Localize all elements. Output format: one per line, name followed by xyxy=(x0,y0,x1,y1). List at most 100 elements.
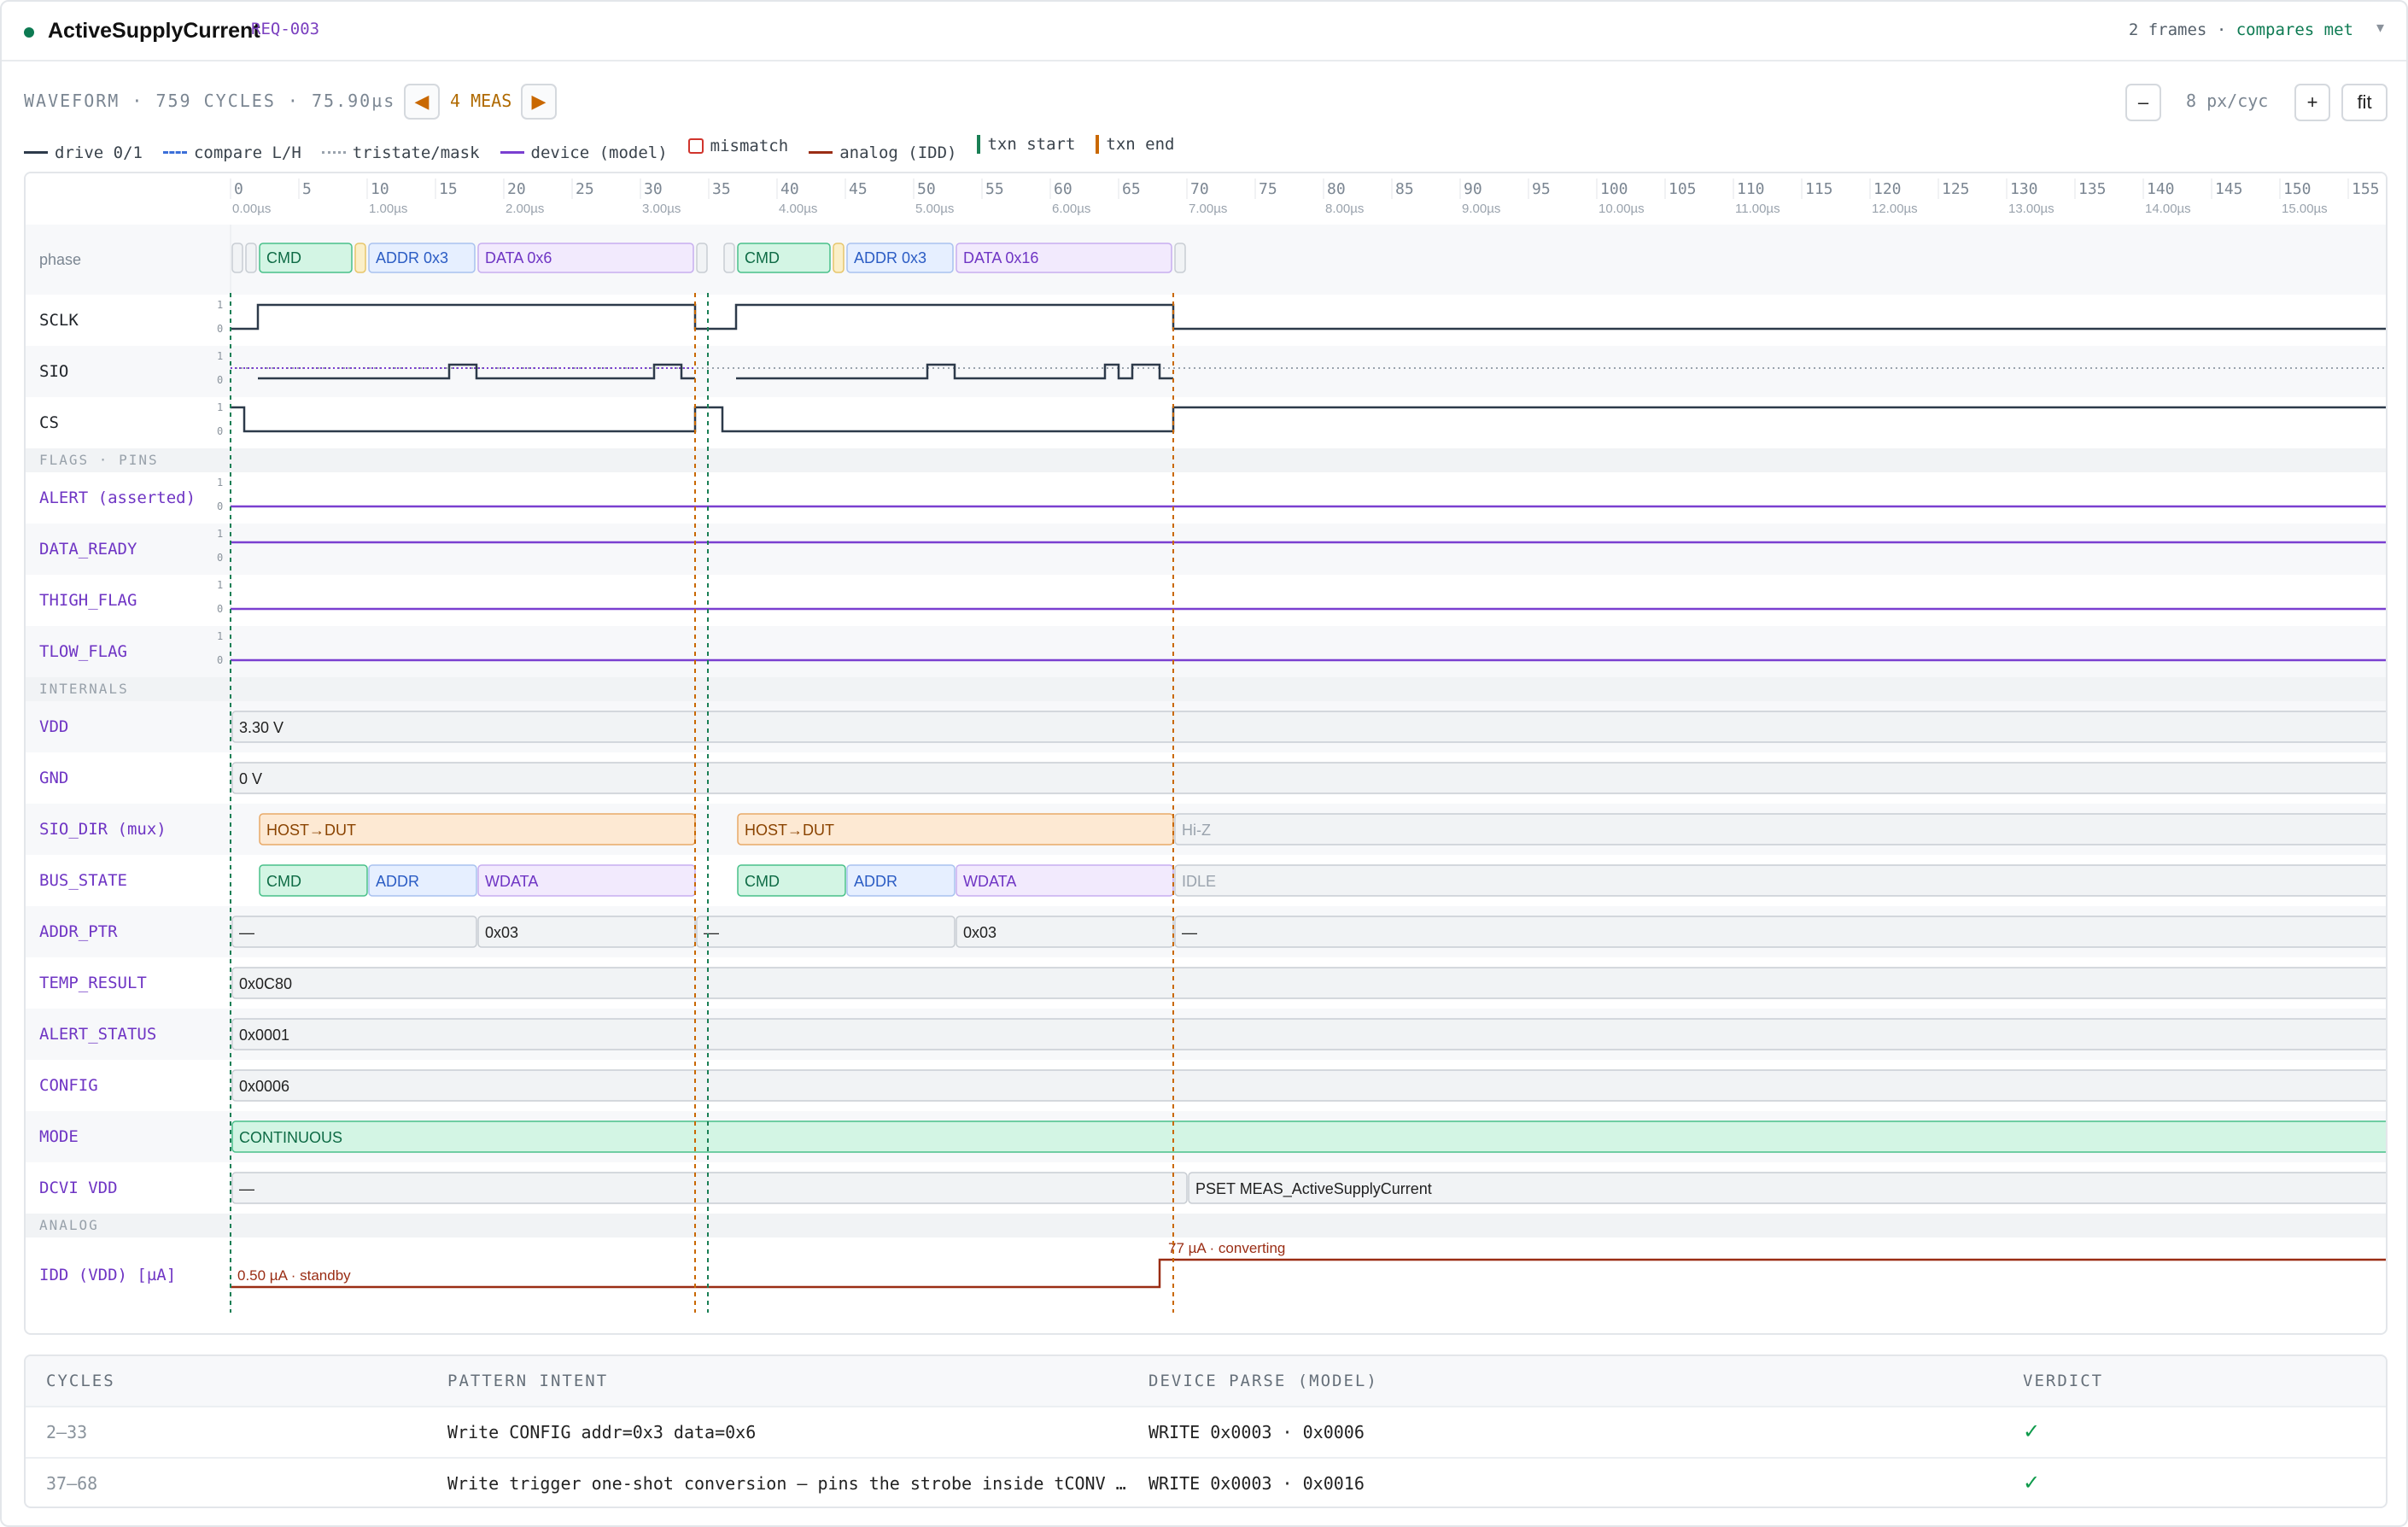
track-label: ALERT_STATUS xyxy=(39,1025,156,1044)
zoom-out-button[interactable]: – xyxy=(2125,84,2161,121)
cycle-tick-label: 105 xyxy=(1669,180,1697,198)
bus-value: 0x03 xyxy=(963,924,997,941)
meas-count: 4 MEAS xyxy=(450,91,512,111)
bus-value: — xyxy=(239,924,254,941)
idd-high-label: 77 µA · converting xyxy=(1168,1240,1285,1256)
phase-segment xyxy=(696,243,708,273)
waveform-panel[interactable]: 0 5 10 15 20 25 30 35 40 45 50 55 60 65 70 75 80 85 90 95 10… xyxy=(24,172,2388,1335)
legend-item: txn start xyxy=(977,135,1075,154)
bus-value: CMD xyxy=(745,873,780,890)
legend-item: device (model) xyxy=(500,143,668,162)
cycle-tick-label: 30 xyxy=(644,180,663,198)
cycle-tick-label: 35 xyxy=(712,180,731,198)
track-label: phase xyxy=(39,251,81,268)
track-label: SIO xyxy=(39,362,68,381)
bus-value: 0 V xyxy=(239,770,262,787)
fit-button[interactable]: fit xyxy=(2341,84,2388,121)
bus-segment xyxy=(231,711,2386,743)
track-label: GND xyxy=(39,769,68,787)
time-tick-label: 12.00µs xyxy=(1872,202,1918,216)
cycle-tick-label: 65 xyxy=(1122,180,1141,198)
time-tick-label: 9.00µs xyxy=(1462,202,1500,216)
requirement-id[interactable]: REQ-003 xyxy=(251,20,319,38)
track-row-background xyxy=(26,626,2386,677)
bus-value: 3.30 V xyxy=(239,719,283,736)
marker-swatch-icon xyxy=(977,135,981,154)
level-low-label: 0 xyxy=(217,425,223,437)
frames-summary[interactable]: 2 frames · compares met xyxy=(2129,20,2353,39)
bus-segment xyxy=(1174,813,2386,845)
row-cycles: 2–33 xyxy=(46,1422,88,1442)
time-tick-label: 10.00µs xyxy=(1599,202,1645,216)
bus-value: 0x0C80 xyxy=(239,975,292,992)
cycle-tick-label: 60 xyxy=(1054,180,1072,198)
bus-value: WDATA xyxy=(485,873,538,890)
level-low-label: 0 xyxy=(217,374,223,386)
cycle-tick-label: 75 xyxy=(1259,180,1277,198)
phase-segment xyxy=(354,243,366,273)
cycle-tick-label: 25 xyxy=(576,180,594,198)
track-row-background xyxy=(26,472,2386,524)
track-row-background xyxy=(26,346,2386,397)
line-swatch-icon xyxy=(162,151,187,154)
bus-segment xyxy=(231,1069,2386,1102)
cycle-tick-label: 20 xyxy=(507,180,526,198)
level-low-label: 0 xyxy=(217,552,223,564)
section-label: INTERNALS xyxy=(39,681,129,697)
time-tick-label: 5.00µs xyxy=(915,202,954,216)
track-label: SCLK xyxy=(39,311,79,330)
next-meas-button[interactable]: ▶ xyxy=(521,84,557,120)
phase-segment xyxy=(833,243,845,273)
row-intent: Write CONFIG addr=0x3 data=0x6 xyxy=(447,1422,757,1442)
legend-label: txn end xyxy=(1106,135,1175,154)
phase-label: DATA 0x16 xyxy=(963,249,1038,266)
bus-segment xyxy=(231,1018,2386,1050)
track-label: VDD xyxy=(39,717,68,736)
header-bar: ActiveSupplyCurrent REQ-003 2 frames · c… xyxy=(2,2,2406,61)
level-high-label: 1 xyxy=(217,401,223,413)
track-label: TEMP_RESULT xyxy=(39,974,147,992)
track-label: IDD (VDD) [µA] xyxy=(39,1266,176,1284)
bus-segment xyxy=(231,916,477,948)
level-high-label: 1 xyxy=(217,350,223,362)
cycle-tick-label: 150 xyxy=(2283,180,2312,198)
zoom-level: 8 px/cyc xyxy=(2186,91,2269,111)
cycle-tick-label: 10 xyxy=(371,180,389,198)
compares-status: compares met xyxy=(2236,20,2353,39)
phase-label: CMD xyxy=(266,249,301,266)
phase-label: ADDR 0x3 xyxy=(854,249,926,266)
time-tick-label: 13.00µs xyxy=(2008,202,2054,216)
bus-value: ADDR xyxy=(376,873,419,890)
phase-label: ADDR 0x3 xyxy=(376,249,448,266)
table-row[interactable]: 2–33 Write CONFIG addr=0x3 data=0x6 WRIT… xyxy=(26,1406,2386,1457)
phase-segment xyxy=(1174,243,1186,273)
cycle-tick-label: 5 xyxy=(302,180,312,198)
cycle-tick-label: 110 xyxy=(1737,180,1765,198)
bus-segment xyxy=(231,967,2386,999)
zoom-in-button[interactable]: + xyxy=(2294,84,2330,121)
cycle-tick-label: 80 xyxy=(1327,180,1346,198)
table-row[interactable]: 37–68 Write trigger one-shot conversion … xyxy=(26,1457,2386,1507)
bus-segment xyxy=(696,916,956,948)
cycle-tick-label: 40 xyxy=(780,180,799,198)
row-verdict-check-icon: ✓ xyxy=(2023,1420,2041,1443)
bus-value: HOST→DUT xyxy=(745,822,834,839)
bus-value: WDATA xyxy=(963,873,1016,890)
section-label: ANALOG xyxy=(39,1217,99,1233)
track-label: ALERT (asserted) xyxy=(39,489,196,507)
bus-value: ADDR xyxy=(854,873,897,890)
level-low-label: 0 xyxy=(217,500,223,512)
cycle-tick-label: 145 xyxy=(2215,180,2243,198)
track-row-background xyxy=(26,295,2386,346)
cycle-tick-label: 85 xyxy=(1395,180,1414,198)
level-low-label: 0 xyxy=(217,654,223,666)
legend-label: txn start xyxy=(987,135,1076,154)
legend-label: analog (IDD) xyxy=(839,143,957,162)
prev-meas-button[interactable]: ◀ xyxy=(404,84,440,120)
legend-label: drive 0/1 xyxy=(55,143,143,162)
legend-item: txn end xyxy=(1096,135,1175,154)
level-high-label: 1 xyxy=(217,299,223,311)
chevron-down-icon[interactable]: ▾ xyxy=(2376,19,2384,37)
cycle-tick-label: 90 xyxy=(1464,180,1482,198)
waveform-canvas[interactable]: 0 5 10 15 20 25 30 35 40 45 50 55 60 65 70 75 80 85 90 95 10… xyxy=(26,173,2388,1335)
